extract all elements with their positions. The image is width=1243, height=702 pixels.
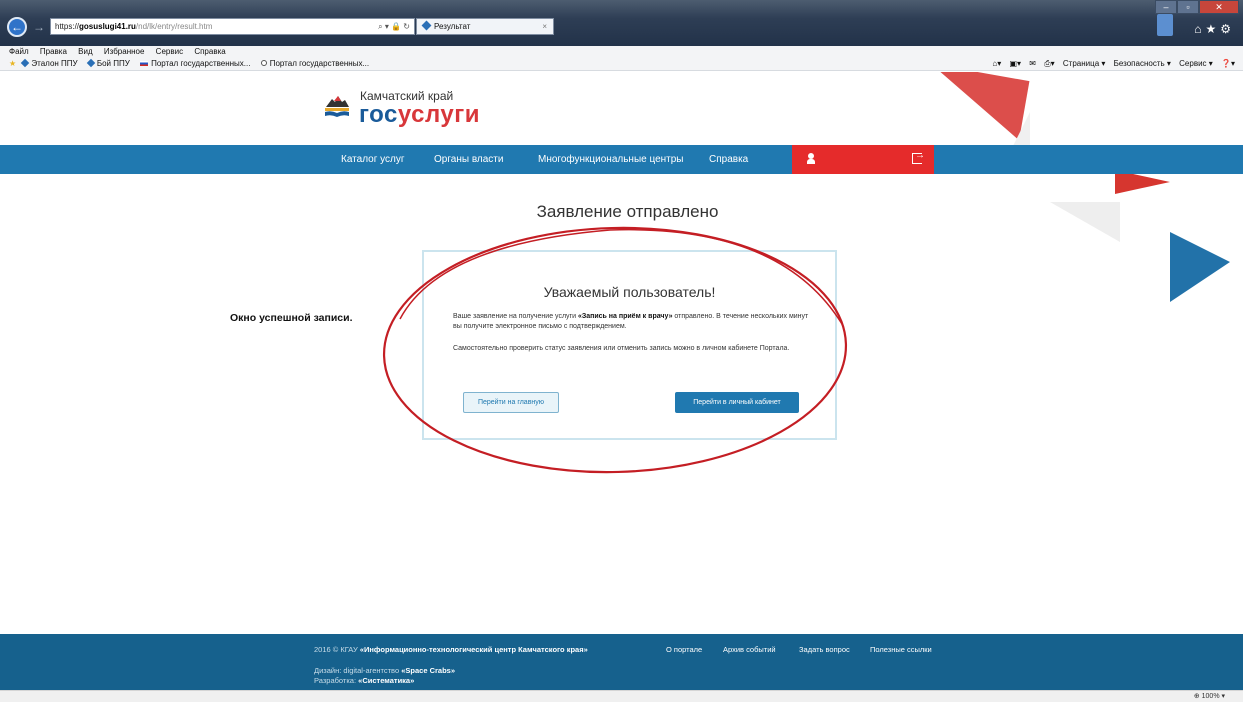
page-title: Заявление отправлено	[536, 202, 719, 221]
forward-button[interactable]: →	[33, 20, 47, 34]
user-icon	[807, 153, 815, 165]
web-page: Камчатский край госуслуги Каталог услуг …	[0, 72, 1243, 702]
favorite-etalon-ppu[interactable]: Эталон ППУ	[21, 58, 78, 68]
site-footer: 2016 © КГАУ «Информационно-технологическ…	[0, 634, 1243, 690]
footer-design: Дизайн: digital-агентство «Space Crabs»	[314, 666, 455, 675]
favorites-star-icon[interactable]: ★	[9, 59, 16, 68]
main-nav: Каталог услуг Органы власти Многофункцио…	[0, 145, 1243, 174]
menu-item-tools[interactable]: Сервис	[156, 47, 183, 56]
dev-company-link[interactable]: «Систематика»	[358, 676, 414, 685]
copyright-prefix: 2016 © КГАУ	[314, 645, 360, 654]
emblem-icon	[325, 96, 349, 117]
page-menu[interactable]: Страница ▾	[1063, 59, 1106, 68]
back-button[interactable]: ←	[7, 17, 27, 37]
address-bar[interactable]: https://gosuslugi41.ru/nd/lk/entry/resul…	[50, 18, 415, 35]
favorite-label: Бой ППУ	[96, 59, 130, 68]
logo-brand: госуслуги	[359, 101, 480, 129]
maximize-button[interactable]: ▫	[1177, 0, 1199, 14]
home-menu-icon[interactable]: ⌂▾	[992, 59, 1001, 68]
feeds-icon[interactable]: ▣▾	[1009, 59, 1021, 68]
user-menu[interactable]	[792, 145, 934, 174]
logo-brand-part2: услуги	[397, 101, 480, 128]
circle-icon	[260, 60, 267, 66]
settings-gear-icon[interactable]: ⚙	[1220, 22, 1235, 36]
favorite-label: Портал государственных...	[151, 59, 251, 68]
nav-mfc[interactable]: Многофункциональные центры	[538, 145, 684, 174]
footer-dev: Разработка: «Систематика»	[314, 676, 414, 685]
window-controls: – ▫ ✕	[1155, 0, 1239, 17]
menu-item-favorites[interactable]: Избранное	[104, 47, 145, 56]
url-domain: gosuslugi41.ru	[79, 22, 136, 31]
flag-icon	[140, 61, 149, 66]
home-icon[interactable]: ⌂	[1194, 22, 1205, 36]
annotation-ellipse	[382, 226, 848, 474]
footer-link-useful[interactable]: Полезные ссылки	[870, 645, 932, 654]
nav-catalog[interactable]: Каталог услуг	[341, 145, 405, 174]
url-scheme: https://	[55, 22, 80, 31]
command-bar: ⌂▾ ▣▾ ✉ ⎙▾ Страница ▾ Безопасность ▾ Сер…	[986, 58, 1235, 71]
design-agency-link[interactable]: «Space Crabs»	[401, 666, 455, 675]
footer-copyright: 2016 © КГАУ «Информационно-технологическ…	[314, 645, 588, 654]
site-icon	[21, 58, 30, 68]
favorite-boi-ppu[interactable]: Бой ППУ	[86, 58, 130, 68]
favorite-label: Портал государственных...	[269, 59, 370, 68]
zoom-control[interactable]: ⊕ 100% ▾	[1194, 692, 1225, 700]
help-icon[interactable]: ❓▾	[1221, 59, 1235, 68]
browser-titlebar: ← → https://gosuslugi41.ru/nd/lk/entry/r…	[0, 0, 1243, 46]
favorites-star-icon[interactable]: ★	[1205, 22, 1220, 36]
tab-close-icon[interactable]: ×	[542, 19, 547, 34]
document-icon	[1157, 14, 1173, 36]
toolbar-icons: ⌂★⚙	[1194, 22, 1235, 36]
tab-result[interactable]: Результат ×	[416, 18, 554, 35]
favorite-portal-2[interactable]: Портал государственных...	[260, 59, 370, 68]
menu-item-file[interactable]: Файл	[9, 47, 29, 56]
menu-item-edit[interactable]: Правка	[40, 47, 67, 56]
favorite-portal-1[interactable]: Портал государственных...	[140, 59, 250, 68]
footer-link-ask[interactable]: Задать вопрос	[799, 645, 850, 654]
address-bar-icons[interactable]: ⌕ ▾ 🔒 ↻	[378, 19, 410, 34]
close-window-button[interactable]: ✕	[1199, 0, 1239, 14]
copyright-org[interactable]: «Информационно-технологический центр Кам…	[360, 645, 588, 654]
annotation-note: Окно успешной записи.	[230, 312, 353, 324]
decor-triangle	[1170, 232, 1230, 302]
print-icon[interactable]: ⎙▾	[1044, 59, 1054, 68]
tab-title: Результат	[434, 22, 471, 31]
dev-prefix: Разработка:	[314, 676, 359, 685]
menu-item-help[interactable]: Справка	[194, 47, 225, 56]
status-bar: ⊕ 100% ▾	[0, 690, 1243, 702]
minimize-button[interactable]: –	[1155, 0, 1177, 14]
security-menu[interactable]: Безопасность ▾	[1114, 59, 1171, 68]
favicon-icon	[421, 20, 432, 31]
tools-menu[interactable]: Сервис ▾	[1179, 59, 1213, 68]
favorite-label: Эталон ППУ	[31, 59, 78, 68]
logout-icon[interactable]	[912, 150, 925, 164]
design-prefix: Дизайн: digital-агентство	[314, 666, 402, 675]
menu-bar: Файл Правка Вид Избранное Сервис Справка	[0, 46, 1243, 58]
screen: ← → https://gosuslugi41.ru/nd/lk/entry/r…	[0, 0, 1243, 702]
menu-item-view[interactable]: Вид	[78, 47, 92, 56]
nav-help[interactable]: Справка	[709, 145, 748, 174]
site-icon	[86, 58, 96, 68]
logo-brand-part1: гос	[359, 101, 398, 128]
url-path: /nd/lk/entry/result.htm	[135, 22, 213, 31]
nav-authorities[interactable]: Органы власти	[434, 145, 503, 174]
footer-link-archive[interactable]: Архив событий	[723, 645, 776, 654]
mail-icon[interactable]: ✉	[1029, 59, 1036, 68]
footer-link-about[interactable]: О портале	[666, 645, 702, 654]
